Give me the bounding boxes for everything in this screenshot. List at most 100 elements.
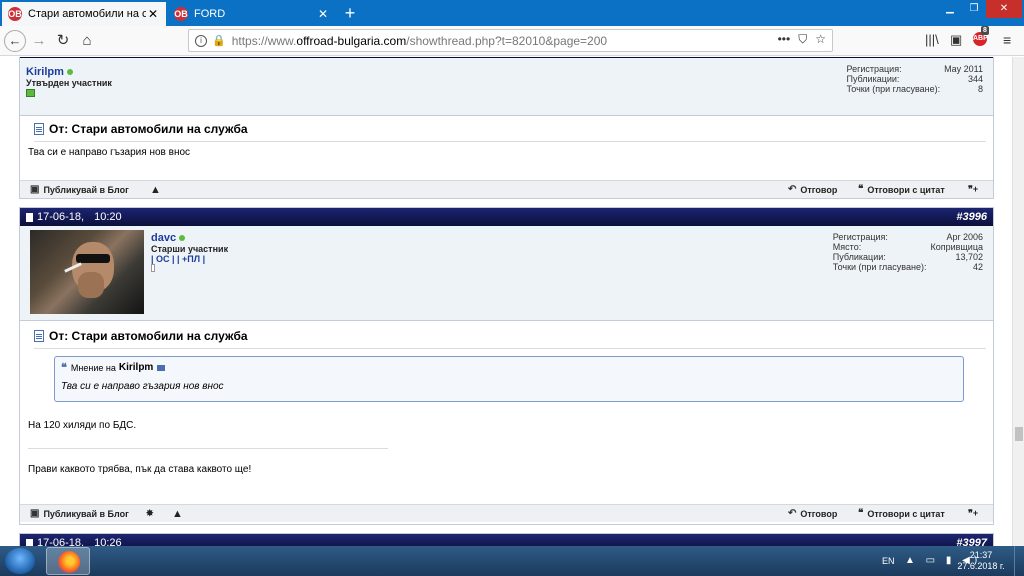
signature-divider xyxy=(28,448,388,449)
publish-blog-button[interactable]: ▣ Публикувай в Блог xyxy=(30,184,129,195)
post-number-link[interactable]: #3997 xyxy=(956,537,987,546)
home-button[interactable]: ⌂ xyxy=(76,30,98,52)
pocket-icon[interactable]: ⛉ xyxy=(798,32,807,47)
post-user-info: davc Старши участник | ОС | | +ПЛ | Реги… xyxy=(20,226,993,321)
page-viewport: Kirilpm Утвърден участник Регистрация: Ma… xyxy=(0,57,1012,546)
firefox-taskbar-button[interactable] xyxy=(46,547,90,575)
quote-reply-icon: ❝ xyxy=(858,184,864,195)
scrollbar-thumb[interactable] xyxy=(1015,427,1023,441)
publish-blog-button[interactable]: ▣ Публикувай в Блог xyxy=(30,508,129,519)
post-header: 17-06-18, 10:26 #3997 xyxy=(20,534,993,546)
page-scrollbar[interactable] xyxy=(1012,57,1024,546)
url-prefix: https://www. xyxy=(231,33,297,48)
user-stats: Регистрация: May 2011 Публикации: 344 Точк… xyxy=(846,64,983,94)
quote-author: Kirilpm xyxy=(118,362,154,373)
post-body: На 120 хиляди по БДС. xyxy=(28,420,137,431)
language-indicator[interactable]: EN xyxy=(882,556,895,566)
reply-with-quote-button[interactable]: ❝ Отговори с цитат xyxy=(858,184,945,195)
reply-icon: ↶ xyxy=(788,508,797,519)
close-tab-icon[interactable]: ✕ xyxy=(146,7,160,21)
forum-post: 17-06-18, 10:20 #3996 davc Старши участн… xyxy=(19,207,994,525)
forward-arrow-icon: → xyxy=(31,32,47,49)
clock-time: 21:37 xyxy=(969,550,993,560)
multi-quote-icon[interactable]: ❞+ xyxy=(968,184,978,195)
info-icon[interactable]: i xyxy=(195,34,207,47)
post-date-icon xyxy=(26,212,33,222)
multi-quote-icon[interactable]: ❞+ xyxy=(968,508,978,519)
forum-post: 17-06-18, 10:26 #3997 xyxy=(19,533,994,546)
firefox-icon xyxy=(58,551,80,573)
username-link[interactable]: davc xyxy=(151,232,176,244)
home-icon: ⌂ xyxy=(82,32,92,49)
lock-icon[interactable]: 🔒 xyxy=(212,34,226,47)
reply-with-quote-button[interactable]: ❝ Отговори с цитат xyxy=(858,508,945,519)
library-icon[interactable]: |||\ xyxy=(925,32,939,47)
post-date: 17-06-18, xyxy=(37,537,85,546)
reload-button[interactable]: ↻ xyxy=(52,30,74,52)
url-bar[interactable]: i 🔒 https://www. offroad-bulgaria.com/sho… xyxy=(188,29,833,52)
show-desktop-button[interactable] xyxy=(1014,546,1024,576)
start-button[interactable] xyxy=(5,548,35,574)
view-post-icon[interactable] xyxy=(157,364,166,371)
windows-taskbar: EN ▲ ▭ ▮ ◀) 21:37 27.6.2018 г. xyxy=(0,546,1024,576)
blog-icon: ▣ xyxy=(30,508,40,519)
tab-ford[interactable]: OB FORD ✕ xyxy=(168,2,336,26)
user-title: Старши участник xyxy=(151,244,229,254)
tab-stari-avtomobili[interactable]: OB Стари автомобили на служба ✕ xyxy=(2,2,166,26)
tab-title: Стари автомобили на служба xyxy=(28,8,146,20)
minimize-window-button[interactable]: ▁ xyxy=(938,0,962,18)
post-title: От: Стари автомобили на служба xyxy=(34,122,248,136)
navigation-toolbar: ← → ↻ ⌂ i 🔒 https://www. offroad-bulgaria… xyxy=(0,26,1024,56)
report-post-icon[interactable]: ▲ xyxy=(150,184,161,196)
online-status-icon xyxy=(179,235,186,241)
report-post-icon[interactable]: ▲ xyxy=(172,508,183,520)
post-time: 10:20 xyxy=(94,211,122,223)
site-favicon-icon: OB xyxy=(8,7,22,21)
adblock-count-badge: 8 xyxy=(981,26,989,35)
thanks-icon[interactable]: ✸ xyxy=(146,508,154,519)
post-body: Тва си е направо гъзария нов внос xyxy=(28,147,191,158)
user-stats: Регистрация: Apr 2006 Място: Копривщица Пу… xyxy=(832,232,983,272)
site-favicon-icon: OB xyxy=(174,7,188,21)
back-arrow-icon: ← xyxy=(8,33,22,48)
clock[interactable]: 21:37 27.6.2018 г. xyxy=(956,550,1006,572)
post-date: 17-06-18, xyxy=(37,211,85,223)
forward-button[interactable]: → xyxy=(28,30,50,52)
post-number-link[interactable]: #3996 xyxy=(956,211,987,223)
user-title: Утвърден участник xyxy=(26,78,112,88)
sidebar-icon[interactable]: ▣ xyxy=(950,32,962,48)
hamburger-menu-icon[interactable]: ≡ xyxy=(1003,32,1011,48)
reputation-icon xyxy=(151,264,155,272)
post-icon xyxy=(34,330,44,342)
adblock-icon[interactable]: ABP 8 xyxy=(973,26,989,46)
quote-block: ❝ Мнение на Kirilpm Тва си е направо гъз… xyxy=(54,356,964,402)
url-domain: offroad-bulgaria.com xyxy=(296,33,407,48)
reputation-icon xyxy=(26,89,35,97)
new-tab-button[interactable]: + xyxy=(340,2,360,24)
quote-icon: ❝ xyxy=(61,362,67,374)
close-window-button[interactable]: ✕ xyxy=(986,0,1022,18)
maximize-window-button[interactable]: ❐ xyxy=(962,0,986,18)
post-footer: ▣ Публикувай в Блог ▲ ↶ Отговор ❝ Отговори … xyxy=(20,180,993,198)
clock-date: 27.6.2018 г. xyxy=(957,561,1005,571)
reply-button[interactable]: ↶ Отговор xyxy=(788,184,837,195)
page-actions-button[interactable]: ••• xyxy=(778,32,791,47)
reload-icon: ↻ xyxy=(56,32,70,49)
star-icon[interactable]: ☆ xyxy=(815,32,826,47)
url-path: /showthread.php?t=82010&page=200 xyxy=(406,33,608,48)
user-avatar[interactable] xyxy=(30,230,144,314)
tab-bar: OB Стари автомобили на служба ✕ OB FORD … xyxy=(0,0,1024,26)
post-time: 10:26 xyxy=(94,537,122,546)
post-header: 17-06-18, 10:20 #3996 xyxy=(20,208,993,226)
reply-button[interactable]: ↶ Отговор xyxy=(788,508,837,519)
post-icon xyxy=(34,123,44,135)
tab-title: FORD xyxy=(194,8,226,20)
username-link[interactable]: Kirilpm xyxy=(26,66,64,78)
quote-reply-icon: ❝ xyxy=(858,508,864,519)
close-tab-icon[interactable]: ✕ xyxy=(316,7,330,21)
back-button[interactable]: ← xyxy=(4,30,26,52)
user-links[interactable]: | ОС | | +ПЛ | xyxy=(151,254,228,264)
forum-post: Kirilpm Утвърден участник Регистрация: Ma… xyxy=(19,57,994,199)
online-status-icon xyxy=(66,69,73,75)
post-title: От: Стари автомобили на служба xyxy=(34,329,248,343)
